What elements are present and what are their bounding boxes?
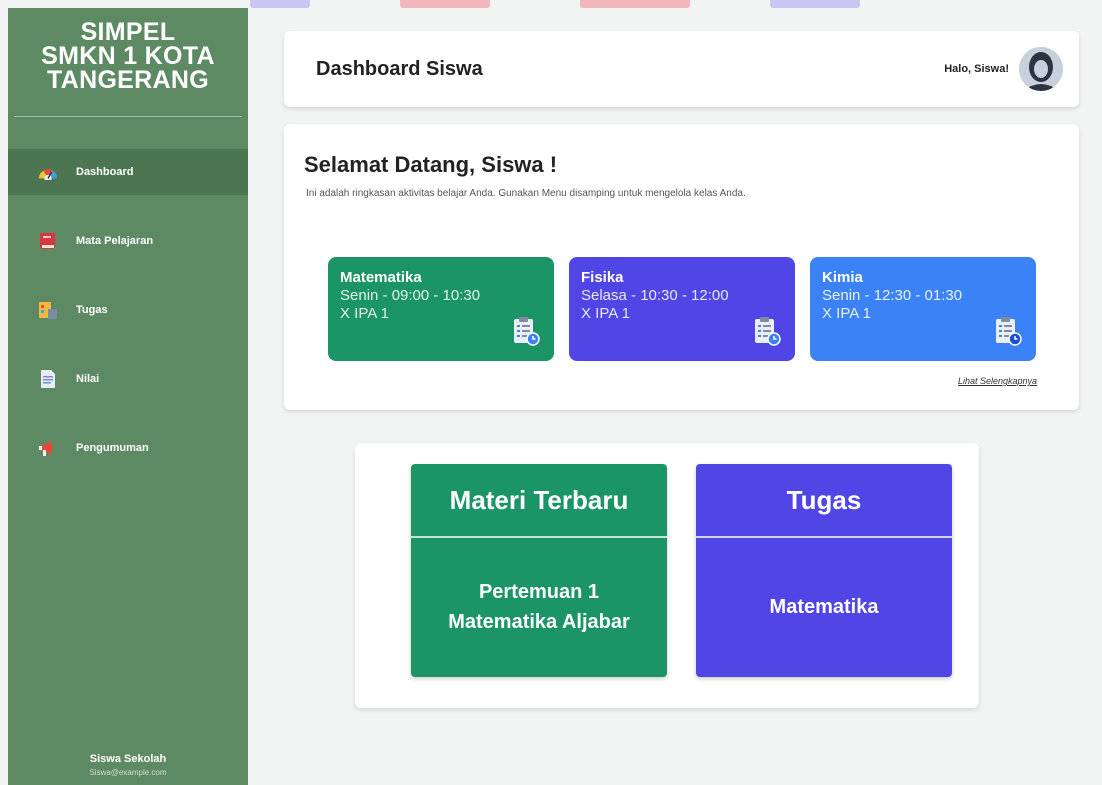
sidebar-item-mata-pelajaran[interactable]: Mata Pelajaran (8, 218, 248, 264)
megaphone-icon (38, 438, 58, 458)
dashboard-gauge-icon (38, 162, 58, 182)
brand-line-3: TANGERANG (47, 66, 209, 94)
user-name: Siswa Sekolah (89, 753, 167, 765)
top-header: Dashboard Siswa Halo, Siswa! (284, 31, 1079, 107)
clipboard-checklist-icon (994, 316, 1022, 351)
sidebar-user-info: Siswa Sekolah Siswa@example.com (8, 753, 248, 777)
tasks-icon (38, 300, 58, 320)
watermark-strip (250, 0, 970, 14)
latest-material-title: Materi Terbaru (411, 464, 667, 538)
welcome-title: Selamat Datang, Siswa ! (304, 152, 558, 177)
document-icon (38, 369, 58, 389)
sidebar-item-label: Pengumuman (76, 442, 149, 454)
sidebar: SIMPEL SMKN 1 KOTA TANGERANG Dashboard M… (8, 8, 248, 785)
sidebar-item-tugas[interactable]: Tugas (8, 287, 248, 333)
sidebar-item-dashboard[interactable]: Dashboard (8, 149, 248, 195)
latest-material-subject: Matematika Aljabar (448, 610, 630, 633)
avatar[interactable] (1019, 47, 1063, 91)
course-name: Kimia (822, 269, 863, 286)
brand-divider (14, 116, 242, 117)
course-name: Fisika (581, 269, 624, 286)
sidebar-item-label: Mata Pelajaran (76, 235, 154, 247)
sidebar-item-pengumuman[interactable]: Pengumuman (8, 425, 248, 471)
brand-line-2: SMKN 1 KOTA (41, 42, 215, 70)
course-time: Senin - 09:00 - 10:30 (340, 287, 481, 304)
brand-title: SIMPEL SMKN 1 KOTA TANGERANG (8, 8, 248, 116)
welcome-subtitle: Ini adalah ringkasan aktivitas belajar A… (306, 188, 746, 199)
sidebar-nav: Dashboard Mata Pelajaran Tugas Nilai Pen… (8, 149, 248, 471)
tasks-card-subject: Matematika (769, 595, 879, 618)
clipboard-checklist-icon (753, 316, 781, 351)
sidebar-item-label: Dashboard (76, 166, 134, 178)
course-name: Matematika (340, 269, 422, 286)
sidebar-item-label: Tugas (76, 304, 108, 316)
greeting-text: Halo, Siswa! (944, 63, 1009, 75)
course-time: Selasa - 10:30 - 12:00 (581, 287, 729, 304)
summary-panel: Materi Terbaru Pertemuan 1 Matematika Al… (355, 443, 979, 708)
welcome-card: Selamat Datang, Siswa ! Ini adalah ringk… (284, 124, 1079, 410)
header-user: Halo, Siswa! (944, 47, 1063, 91)
tasks-card[interactable]: Tugas Matematika (696, 464, 952, 677)
course-card-fisika[interactable]: Fisika Selasa - 10:30 - 12:00 X IPA 1 (569, 257, 795, 361)
book-icon (38, 231, 58, 251)
user-avatar-icon (1019, 47, 1063, 91)
brand-line-1: SIMPEL (80, 18, 176, 46)
course-card-matematika[interactable]: Matematika Senin - 09:00 - 10:30 X IPA 1 (328, 257, 554, 361)
page-title: Dashboard Siswa (316, 57, 483, 80)
course-card-kimia[interactable]: Kimia Senin - 12:30 - 01:30 X IPA 1 (810, 257, 1036, 361)
see-more-link[interactable]: Lihat Selengkapnya (958, 376, 1037, 386)
clipboard-checklist-icon (512, 316, 540, 351)
course-time: Senin - 12:30 - 01:30 (822, 287, 963, 304)
tasks-card-title: Tugas (696, 464, 952, 538)
user-email: Siswa@example.com (89, 768, 167, 777)
tasks-card-body: Matematika (696, 538, 952, 675)
latest-material-body: Pertemuan 1 Matematika Aljabar (411, 538, 667, 675)
latest-material-card[interactable]: Materi Terbaru Pertemuan 1 Matematika Al… (411, 464, 667, 677)
sidebar-item-nilai[interactable]: Nilai (8, 356, 248, 402)
latest-material-meeting: Pertemuan 1 (478, 580, 600, 603)
sidebar-item-label: Nilai (76, 373, 100, 385)
